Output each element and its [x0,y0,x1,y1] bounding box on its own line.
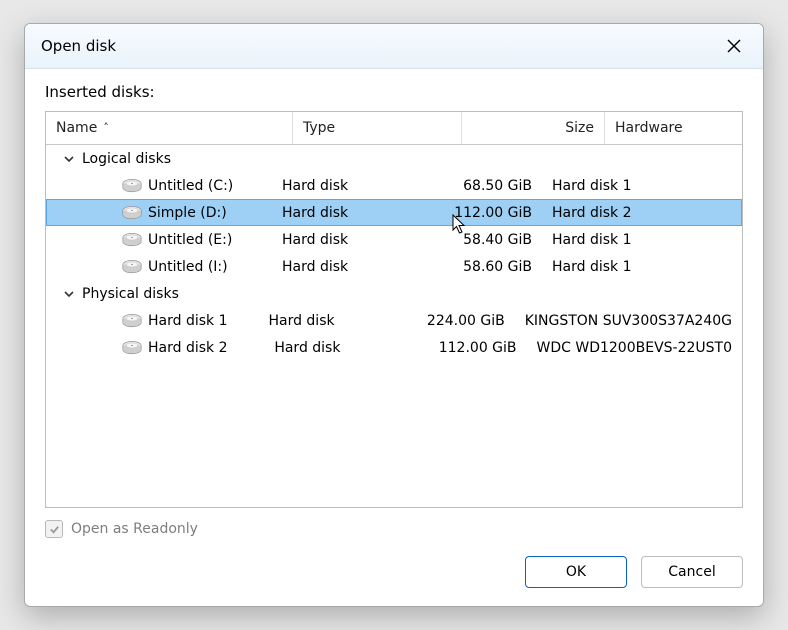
disk-row[interactable]: Untitled (C:) Hard disk68.50 GiBHard disk… [46,172,742,199]
disk-row[interactable]: Untitled (E:) Hard disk58.40 GiBHard disk… [46,226,742,253]
column-header-size[interactable]: Size [462,112,605,144]
disk-name: Hard disk 2 [148,340,228,356]
button-label: Cancel [668,564,715,580]
cancel-button[interactable]: Cancel [641,556,743,588]
hard-disk-icon [122,340,142,356]
button-label: OK [566,564,586,580]
column-header-label: Type [303,120,335,136]
group-label: Logical disks [82,151,171,167]
ok-button[interactable]: OK [525,556,627,588]
disk-rows: Logical disksUntitled (C:)Hard disk68.50… [46,145,742,507]
disk-size: 112.00 GiB [408,340,527,356]
column-header-label: Size [565,120,594,136]
hard-disk-icon [122,232,142,248]
disk-name: Simple (D:) [148,205,227,221]
disk-name: Hard disk 1 [148,313,228,329]
column-headers: Name ˄ Type Size Hardware [46,112,742,145]
disk-size: 68.50 GiB [420,178,542,194]
disk-type: Hard disk [272,178,420,194]
disk-name: Untitled (E:) [148,232,232,248]
disk-type: Hard disk [264,340,408,356]
disk-hardware: Hard disk 2 [542,205,742,221]
disk-row[interactable]: Hard disk 1 Hard disk224.00 GiBKINGSTON S… [46,307,742,334]
disk-type: Hard disk [272,232,420,248]
hard-disk-icon [122,313,142,329]
disk-row[interactable]: Simple (D:) Hard disk112.00 GiBHard disk … [46,199,742,226]
hard-disk-icon [122,259,142,275]
disk-name: Untitled (C:) [148,178,233,194]
checkbox-box [45,520,63,538]
disk-name: Untitled (I:) [148,259,228,275]
disk-type: Hard disk [272,259,420,275]
checkbox-label: Open as Readonly [71,521,198,537]
group-label: Physical disks [82,286,179,302]
column-header-type[interactable]: Type [293,112,462,144]
disk-hardware: WDC WD1200BEVS-22UST0 [527,340,742,356]
disk-size: 224.00 GiB [399,313,515,329]
column-header-name[interactable]: Name ˄ [46,112,293,144]
dialog-title: Open disk [41,37,717,55]
disk-row[interactable]: Untitled (I:) Hard disk58.60 GiBHard disk… [46,253,742,280]
group-row[interactable]: Logical disks [46,145,742,172]
disk-hardware: Hard disk 1 [542,232,742,248]
group-row[interactable]: Physical disks [46,280,742,307]
disk-row[interactable]: Hard disk 2 Hard disk112.00 GiBWDC WD1200… [46,334,742,361]
hard-disk-icon [122,205,142,221]
checkmark-icon [49,524,60,535]
disk-size: 112.00 GiB [420,205,542,221]
disk-type: Hard disk [272,205,420,221]
inserted-disks-label: Inserted disks: [45,83,743,101]
title-bar: Open disk [25,24,763,69]
disk-hardware: KINGSTON SUV300S37A240G [515,313,742,329]
open-disk-dialog: Open disk Inserted disks: Name ˄ Type [24,23,764,607]
column-header-label: Hardware [615,120,683,136]
disk-size: 58.60 GiB [420,259,542,275]
close-icon [727,39,741,53]
column-header-hardware[interactable]: Hardware [605,112,742,144]
chevron-down-icon[interactable] [62,287,76,301]
disk-hardware: Hard disk 1 [542,178,742,194]
sort-ascending-icon: ˄ [103,121,109,134]
open-as-readonly-checkbox: Open as Readonly [45,520,743,538]
hard-disk-icon [122,178,142,194]
disk-list: Name ˄ Type Size Hardware Logical disks U… [45,111,743,508]
disk-hardware: Hard disk 1 [542,259,742,275]
disk-size: 58.40 GiB [420,232,542,248]
column-header-label: Name [56,120,97,136]
disk-type: Hard disk [258,313,398,329]
close-button[interactable] [717,31,751,61]
chevron-down-icon[interactable] [62,152,76,166]
